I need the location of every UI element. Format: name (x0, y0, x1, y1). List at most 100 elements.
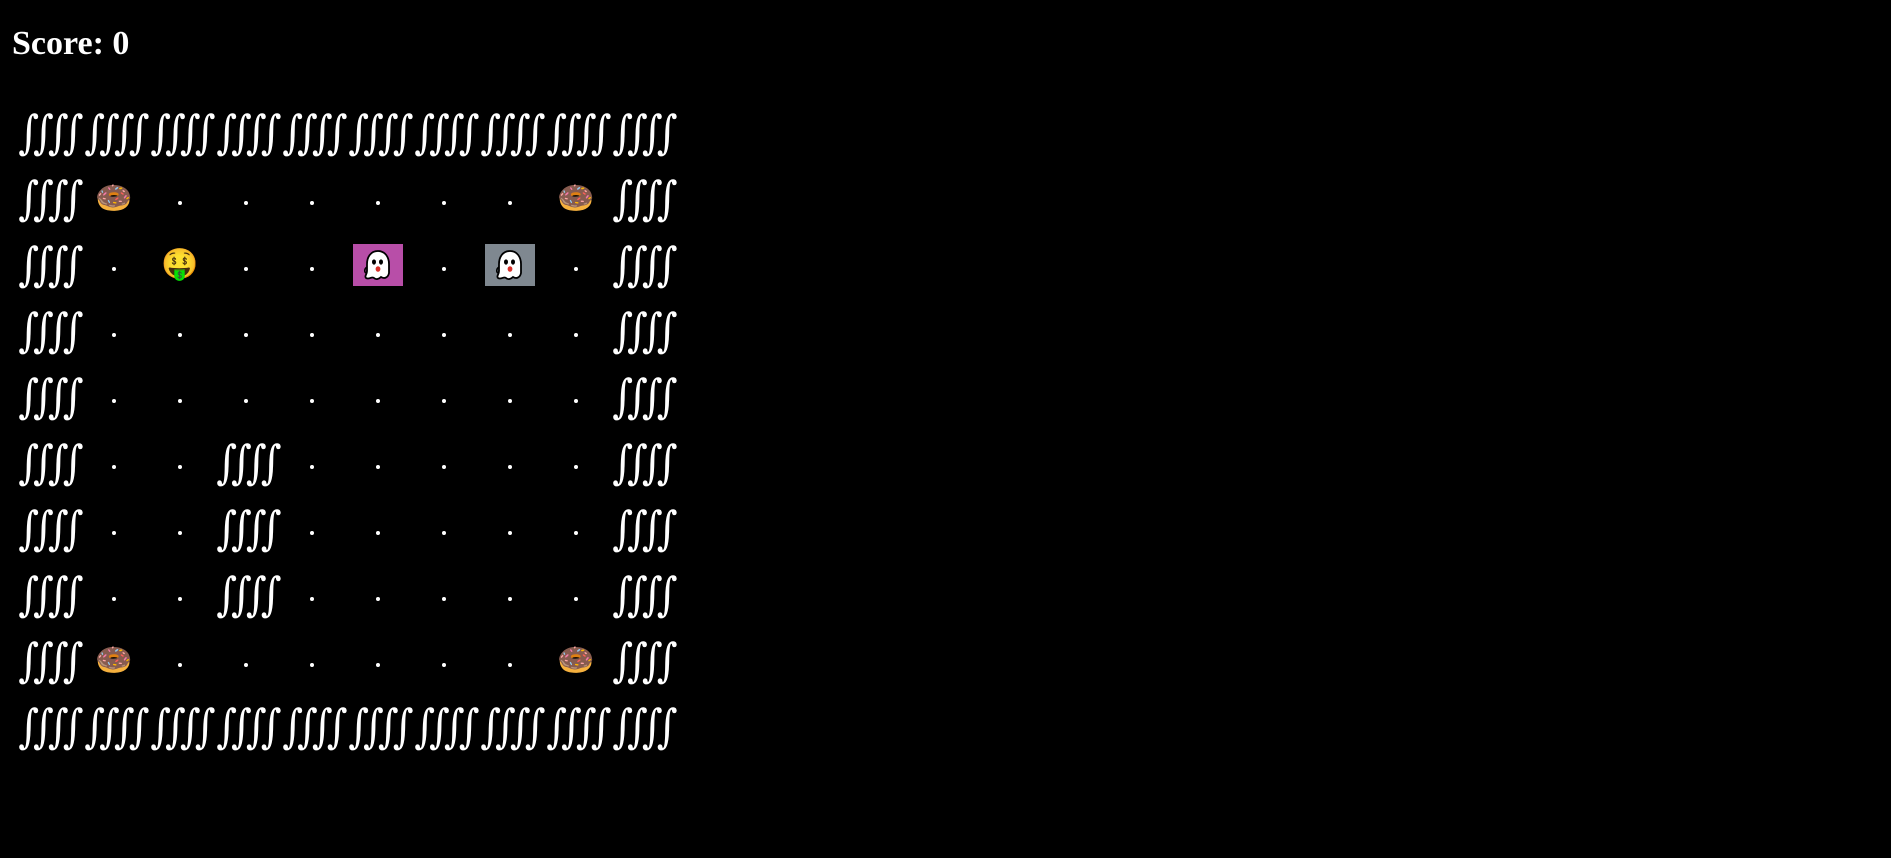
pellet-cell (477, 496, 543, 562)
pellet-cell (543, 562, 609, 628)
wall-glyph: ∫∫∫∫ (18, 436, 83, 490)
pellet-cell (345, 562, 411, 628)
pellet-cell (345, 298, 411, 364)
ghost-cell (345, 232, 411, 298)
wall-cell: ∫∫∫∫ (345, 694, 413, 760)
pellet-dot (310, 663, 314, 667)
pellet-cell (477, 430, 543, 496)
pellet-cell (345, 166, 411, 232)
pellet-cell (147, 364, 213, 430)
wall-glyph: ∫∫∫∫ (216, 436, 281, 490)
wall-cell: ∫∫∫∫ (609, 232, 677, 298)
wall-glyph: ∫∫∫∫ (216, 700, 281, 754)
wall-glyph: ∫∫∫∫ (18, 370, 83, 424)
pellet-cell (147, 166, 213, 232)
pellet-cell (345, 364, 411, 430)
pellet-cell (477, 364, 543, 430)
pellet-dot (310, 531, 314, 535)
pellet-dot (376, 201, 380, 205)
wall-cell: ∫∫∫∫ (609, 694, 677, 760)
pellet-cell (345, 496, 411, 562)
wall-cell: ∫∫∫∫ (213, 100, 281, 166)
donut-icon: 🍩 (95, 643, 133, 678)
wall-cell: ∫∫∫∫ (609, 364, 677, 430)
pellet-dot (442, 531, 446, 535)
wall-glyph: ∫∫∫∫ (612, 700, 677, 754)
wall-cell: ∫∫∫∫ (345, 100, 413, 166)
pellet-dot (376, 663, 380, 667)
wall-cell: ∫∫∫∫ (609, 166, 677, 232)
pellet-cell (411, 430, 477, 496)
pellet-cell (81, 364, 147, 430)
pellet-dot (442, 663, 446, 667)
wall-cell: ∫∫∫∫ (279, 694, 347, 760)
pellet-dot (508, 663, 512, 667)
wall-glyph: ∫∫∫∫ (150, 106, 215, 160)
wall-glyph: ∫∫∫∫ (216, 568, 281, 622)
wall-cell: ∫∫∫∫ (81, 694, 149, 760)
pellet-cell (147, 562, 213, 628)
pellet-dot (508, 333, 512, 337)
wall-cell: ∫∫∫∫ (609, 496, 677, 562)
wall-cell: ∫∫∫∫ (543, 694, 611, 760)
donut-icon: 🍩 (557, 643, 595, 678)
pellet-cell (147, 628, 213, 694)
pellet-dot (442, 201, 446, 205)
wall-cell: ∫∫∫∫ (15, 628, 83, 694)
pellet-dot (244, 333, 248, 337)
pellet-cell (81, 430, 147, 496)
pellet-cell (411, 232, 477, 298)
wall-cell: ∫∫∫∫ (15, 298, 83, 364)
pellet-dot (310, 597, 314, 601)
pellet-dot (310, 201, 314, 205)
wall-glyph: ∫∫∫∫ (612, 502, 677, 556)
wall-cell: ∫∫∫∫ (213, 430, 281, 496)
pellet-cell (279, 364, 345, 430)
pellet-cell (279, 298, 345, 364)
wall-glyph: ∫∫∫∫ (612, 172, 677, 226)
power-pellet-cell: 🍩 (81, 628, 147, 694)
power-pellet-cell: 🍩 (543, 166, 609, 232)
pellet-dot (376, 333, 380, 337)
pellet-cell (279, 562, 345, 628)
pellet-cell (81, 496, 147, 562)
wall-glyph: ∫∫∫∫ (612, 370, 677, 424)
power-pellet-cell: 🍩 (543, 628, 609, 694)
pellet-dot (508, 465, 512, 469)
pellet-cell (543, 232, 609, 298)
wall-cell: ∫∫∫∫ (609, 430, 677, 496)
pellet-dot (442, 333, 446, 337)
pellet-cell (213, 298, 279, 364)
wall-cell: ∫∫∫∫ (477, 100, 545, 166)
wall-cell: ∫∫∫∫ (15, 166, 83, 232)
pellet-dot (310, 333, 314, 337)
pellet-dot (376, 399, 380, 403)
pellet-dot (112, 597, 116, 601)
wall-glyph: ∫∫∫∫ (612, 238, 677, 292)
pellet-dot (310, 267, 314, 271)
ghost-cell (477, 232, 543, 298)
wall-cell: ∫∫∫∫ (147, 694, 215, 760)
pellet-dot (310, 399, 314, 403)
wall-cell: ∫∫∫∫ (609, 100, 677, 166)
pellet-cell (477, 628, 543, 694)
ghost-icon (353, 244, 403, 286)
pellet-dot (112, 531, 116, 535)
pellet-dot (442, 597, 446, 601)
wall-glyph: ∫∫∫∫ (84, 700, 149, 754)
wall-cell: ∫∫∫∫ (15, 562, 83, 628)
pellet-dot (178, 597, 182, 601)
wall-cell: ∫∫∫∫ (15, 364, 83, 430)
pellet-dot (508, 399, 512, 403)
wall-cell: ∫∫∫∫ (15, 694, 83, 760)
pellet-cell (213, 232, 279, 298)
wall-cell: ∫∫∫∫ (15, 100, 83, 166)
pellet-dot (244, 201, 248, 205)
pellet-dot (178, 333, 182, 337)
pellet-dot (244, 663, 248, 667)
wall-cell: ∫∫∫∫ (15, 430, 83, 496)
wall-glyph: ∫∫∫∫ (18, 172, 83, 226)
pellet-dot (178, 465, 182, 469)
pellet-cell (213, 364, 279, 430)
wall-glyph: ∫∫∫∫ (348, 106, 413, 160)
